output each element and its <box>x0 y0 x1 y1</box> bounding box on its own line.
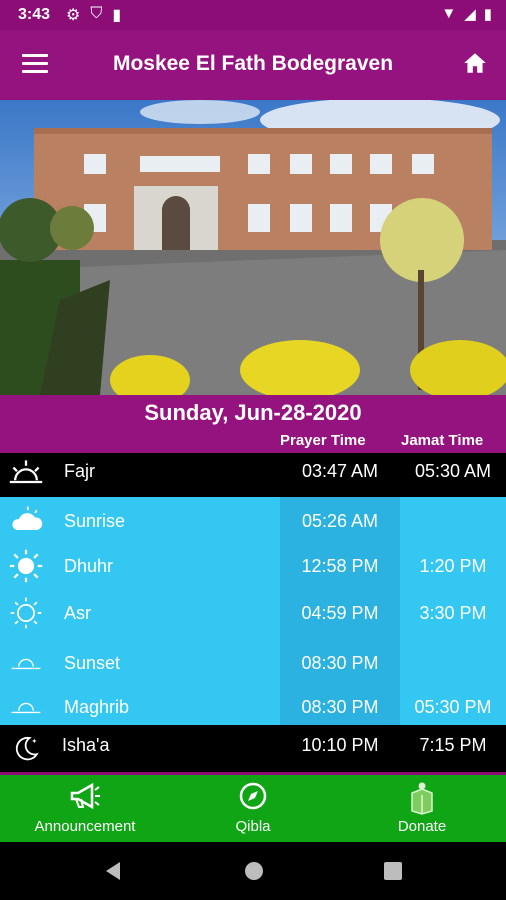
sd-card-icon: ▮ <box>112 7 122 24</box>
home-circle-icon[interactable] <box>243 860 265 882</box>
jamat-time: 7:15 PM <box>419 735 487 755</box>
bottom-navigation: Announcement Qibla Donate <box>0 772 506 845</box>
wifi-icon: ▼ <box>441 5 457 22</box>
megaphone-icon <box>70 782 100 810</box>
moon-icon: ✦ <box>15 736 39 761</box>
battery-icon: ▮ <box>483 6 492 23</box>
prayer-time: 08:30 PM <box>301 653 379 673</box>
status-bar: 3:43 ⚙ ⛉ ▮ ▼ ◢ ▮ <box>0 0 506 30</box>
app-title: Moskee El Fath Bodegraven <box>112 52 394 75</box>
jamat-time: 05:30 AM <box>414 461 492 481</box>
back-icon[interactable] <box>102 860 124 882</box>
donate-tab[interactable]: Donate <box>372 775 472 845</box>
prayer-name: Maghrib <box>64 697 130 717</box>
prayer-name: Fajr <box>64 461 95 481</box>
recents-icon[interactable] <box>383 861 403 881</box>
system-navigation-bar <box>0 842 506 900</box>
qibla-label: Qibla <box>235 818 271 835</box>
mosque-photo <box>0 100 506 395</box>
announcement-tab[interactable]: Announcement <box>10 775 160 845</box>
prayer-time: 05:26 AM <box>301 511 379 531</box>
sun-icon <box>9 549 43 583</box>
jamat-time: 1:20 PM <box>419 556 487 576</box>
jamat-time: 05:30 PM <box>414 697 492 717</box>
sunrise-icon <box>9 460 43 484</box>
prayer-name: Isha'a <box>62 735 110 755</box>
cloud-icon <box>12 506 43 530</box>
announcement-label: Announcement <box>34 818 136 835</box>
app-bar: Moskee El Fath Bodegraven <box>0 30 506 100</box>
sunset-icon <box>11 658 41 670</box>
donation-box-icon <box>411 782 433 815</box>
status-system-icons: ▼ ◢ ▮ <box>441 5 492 23</box>
home-icon <box>464 53 486 73</box>
prayer-time: 10:10 PM <box>301 735 379 755</box>
shield-icon: ⛉ <box>90 5 103 22</box>
qibla-tab[interactable]: Qibla <box>203 775 303 845</box>
prayer-time-column-header: Prayer Time <box>280 432 366 449</box>
prayer-name: Asr <box>64 603 91 623</box>
prayer-name: Sunrise <box>64 511 126 531</box>
gear-icon: ⚙ <box>66 7 81 24</box>
signal-icon: ◢ <box>464 6 476 23</box>
compass-icon <box>239 782 267 810</box>
status-time: 3:43 <box>18 6 51 23</box>
donate-label: Donate <box>397 818 447 835</box>
prayer-name: Sunset <box>64 653 121 673</box>
prayer-time: 08:30 PM <box>301 697 379 717</box>
date-header: Sunday, Jun-28-2020 Prayer Time Jamat Ti… <box>0 395 506 453</box>
prayer-time: 04:59 PM <box>301 603 379 623</box>
prayer-name: Dhuhr <box>64 556 114 576</box>
prayer-time: 12:58 PM <box>301 556 379 576</box>
svg-text:✦: ✦ <box>31 736 37 745</box>
status-notification-icons: ⚙ ⛉ ▮ <box>66 5 121 25</box>
current-date: Sunday, Jun-28-2020 <box>144 400 362 425</box>
jamat-time-column-header: Jamat Time <box>401 432 484 449</box>
sun-outline-icon <box>10 597 42 629</box>
home-button[interactable] <box>462 50 488 76</box>
sunset-icon <box>11 702 41 714</box>
jamat-time: 3:30 PM <box>419 603 487 623</box>
prayer-time: 03:47 AM <box>301 461 379 481</box>
